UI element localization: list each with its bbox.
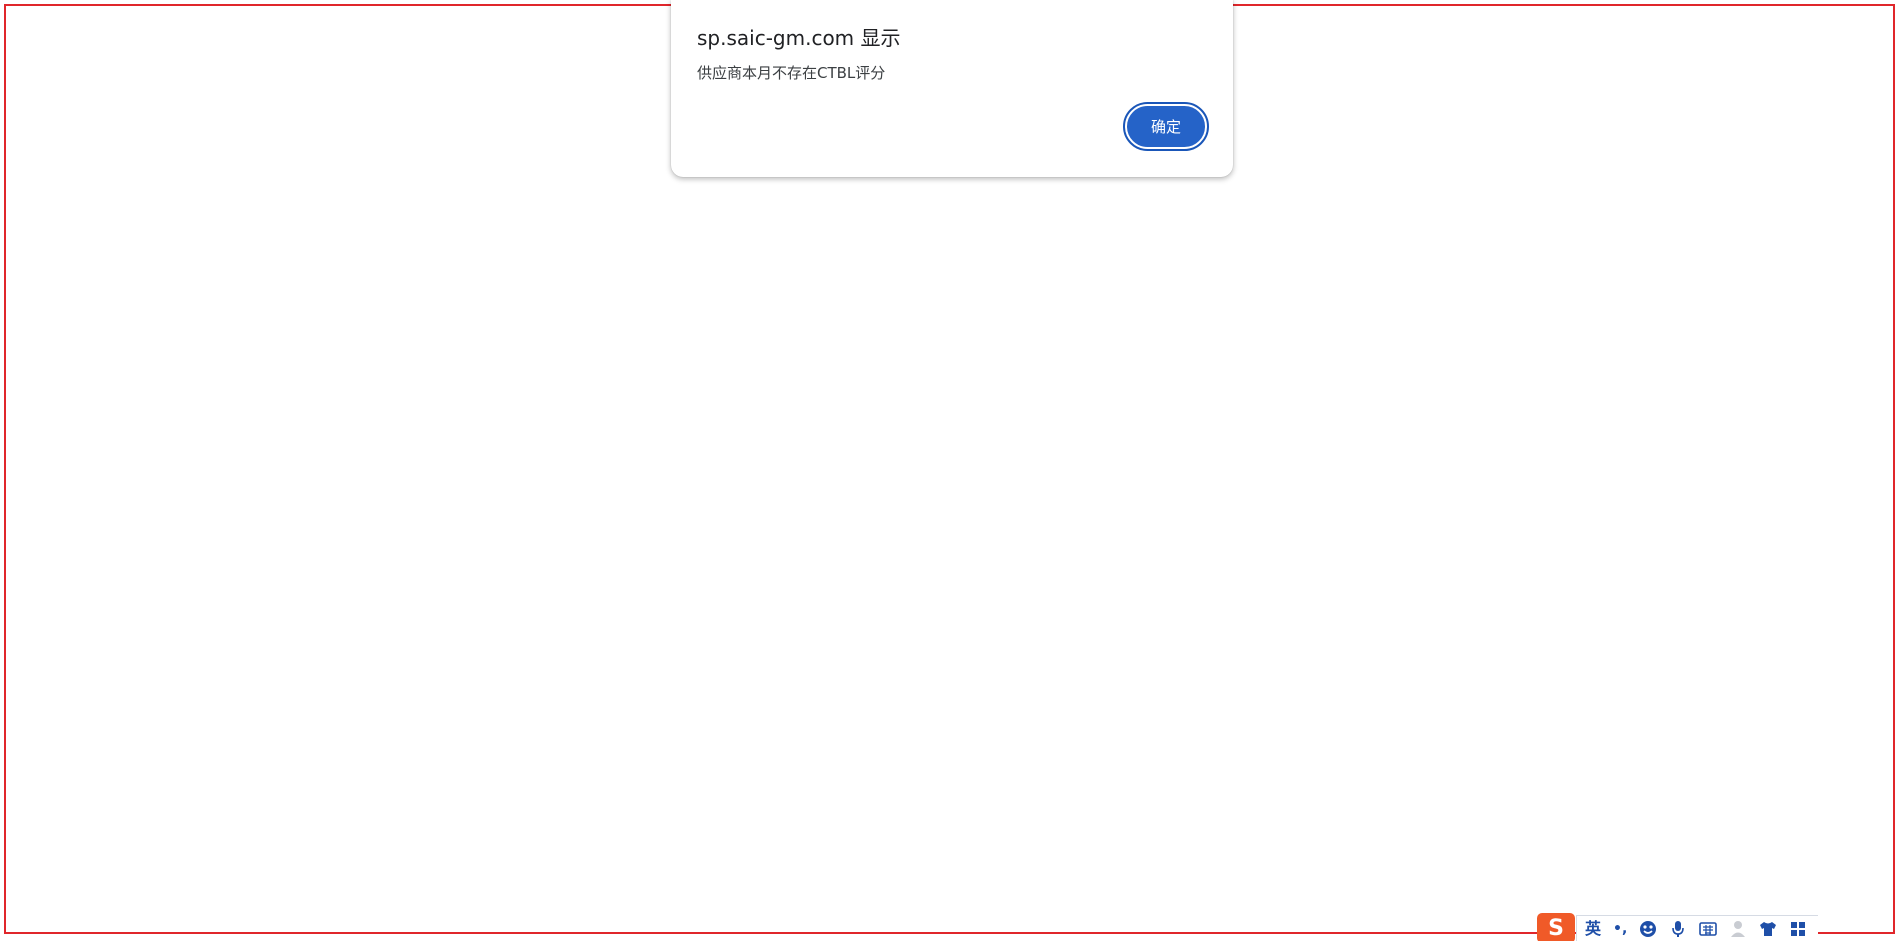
ime-punctuation-toggle[interactable]: •, <box>1613 922 1627 936</box>
ok-button[interactable]: 确定 <box>1123 102 1209 151</box>
svg-text:S: S <box>1548 916 1564 941</box>
dialog-title: sp.saic-gm.com 显示 <box>697 26 901 50</box>
skin-icon[interactable] <box>1759 920 1777 938</box>
user-icon[interactable] <box>1729 920 1747 938</box>
emoji-icon[interactable] <box>1639 920 1657 938</box>
ime-strip: 英 •, <box>1576 914 1818 941</box>
ime-toolbar: S 英 •, <box>1536 912 1818 941</box>
ime-mode-toggle[interactable]: 英 <box>1585 920 1601 937</box>
sogou-logo-icon[interactable]: S <box>1536 912 1576 941</box>
keyboard-icon[interactable] <box>1699 920 1718 938</box>
alert-dialog: sp.saic-gm.com 显示 供应商本月不存在CTBL评分 确定 <box>671 0 1233 177</box>
dialog-message: 供应商本月不存在CTBL评分 <box>697 64 886 82</box>
toolbox-icon[interactable] <box>1789 920 1807 938</box>
microphone-icon[interactable] <box>1669 920 1687 938</box>
